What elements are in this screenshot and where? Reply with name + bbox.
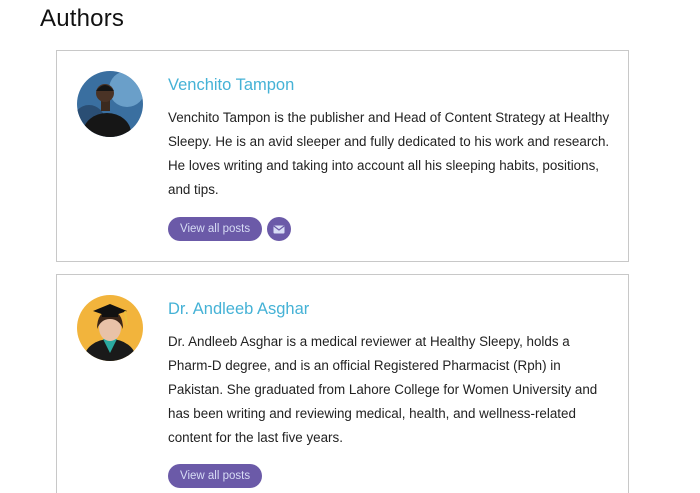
- author-card: Venchito Tampon Venchito Tampon is the p…: [56, 50, 629, 262]
- author-name[interactable]: Venchito Tampon: [168, 76, 294, 95]
- email-button[interactable]: [267, 217, 292, 241]
- section-title: Authors: [40, 5, 125, 32]
- author-avatar: [77, 295, 143, 361]
- author-bio: Venchito Tampon is the publisher and Hea…: [168, 110, 610, 197]
- authors-page: Authors Venchito Tampon Venchito Tampon …: [0, 0, 700, 493]
- view-all-posts-button[interactable]: View all posts: [168, 464, 263, 488]
- author-name[interactable]: Dr. Andleeb Asghar: [168, 300, 309, 319]
- author-avatar: [77, 71, 143, 137]
- avatar-photo: [77, 295, 143, 361]
- author-actions: View all posts: [168, 464, 263, 488]
- view-all-posts-button[interactable]: View all posts: [168, 217, 263, 241]
- author-card: Dr. Andleeb Asghar Dr. Andleeb Asghar is…: [56, 274, 629, 493]
- author-actions: View all posts: [168, 217, 292, 241]
- author-bio: Dr. Andleeb Asghar is a medical reviewer…: [168, 334, 598, 445]
- avatar-photo: [77, 71, 143, 137]
- envelope-icon: [273, 225, 285, 233]
